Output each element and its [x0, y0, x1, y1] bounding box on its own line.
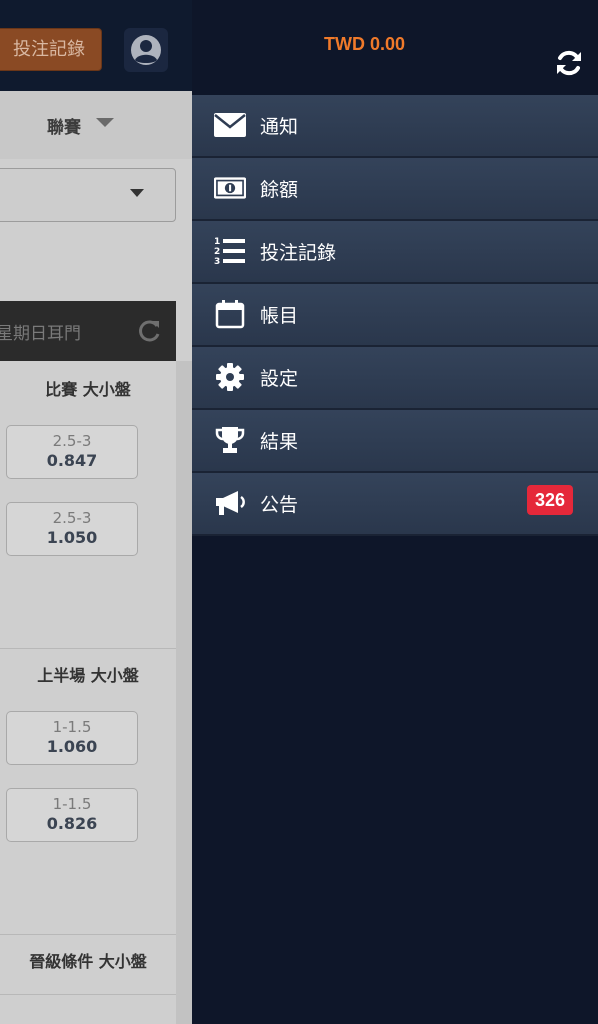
odds-button[interactable]: 1-1.5 1.060	[6, 711, 138, 765]
menu-item-notifications[interactable]: 通知	[192, 95, 598, 158]
select-caret-icon	[130, 189, 144, 197]
menu-item-label: 帳目	[260, 305, 299, 327]
match-select[interactable]	[0, 168, 176, 222]
menu-item-label: 結果	[260, 431, 299, 453]
scroll-gutter	[176, 361, 192, 1024]
section-divider	[0, 934, 176, 935]
app-root: 投注記錄 聯賽 星期日耳門 比賽 大小盤 2.5-3 0.847 2.5-3 1…	[0, 0, 598, 1024]
menu-item-settings[interactable]: 設定	[192, 347, 598, 410]
menu-item-results[interactable]: 結果	[192, 410, 598, 473]
calendar-icon	[214, 298, 246, 330]
svg-text:3: 3	[214, 257, 220, 267]
refresh-balance-icon[interactable]	[554, 48, 584, 78]
bet-record-button[interactable]: 投注記錄	[0, 28, 102, 71]
section-title: 上半場 大小盤	[37, 666, 139, 685]
odds-value: 0.826	[46, 814, 98, 833]
section-title: 比賽 大小盤	[45, 380, 131, 399]
match-header-bar: 星期日耳門	[0, 301, 176, 361]
menu-item-bet-records[interactable]: 1 2 3 投注記錄	[192, 221, 598, 284]
league-caret-icon[interactable]	[96, 118, 114, 127]
svg-text:1: 1	[214, 237, 220, 247]
menu-item-balance[interactable]: 餘額	[192, 158, 598, 221]
menu-item-label: 餘額	[260, 179, 299, 201]
side-drawer: TWD 0.00 通知 餘額 1 2 3 投注記錄 帳目 設定 結果 公告 32…	[192, 0, 598, 1024]
odds-value: 1.050	[46, 528, 98, 547]
background-header: 投注記錄	[0, 0, 192, 91]
menu-item-announcements[interactable]: 公告 326	[192, 473, 598, 536]
section-divider	[0, 994, 176, 995]
menu-item-label: 投注記錄	[260, 242, 337, 264]
balance-display: TWD 0.00	[323, 34, 406, 54]
odds-button[interactable]: 2.5-3 1.050	[6, 502, 138, 556]
odds-line: 1-1.5	[52, 718, 92, 736]
refresh-icon[interactable]	[136, 318, 162, 344]
envelope-icon	[214, 109, 246, 141]
odds-button[interactable]: 2.5-3 0.847	[6, 425, 138, 479]
avatar-button[interactable]	[124, 28, 168, 72]
menu-item-label: 設定	[260, 368, 299, 390]
odds-value: 0.847	[46, 451, 98, 470]
menu-item-accounts[interactable]: 帳目	[192, 284, 598, 347]
drawer-menu: 通知 餘額 1 2 3 投注記錄 帳目 設定 結果 公告 326	[192, 95, 598, 536]
banknote-icon	[214, 172, 246, 204]
background-page: 投注記錄 聯賽 星期日耳門 比賽 大小盤 2.5-3 0.847 2.5-3 1…	[0, 0, 192, 1024]
trophy-icon	[214, 424, 246, 456]
match-header-label: 星期日耳門	[0, 324, 81, 344]
odds-line: 1-1.5	[52, 795, 92, 813]
announcement-count-badge: 326	[527, 485, 573, 515]
section-title: 晉級條件 大小盤	[29, 952, 147, 971]
odds-value: 1.060	[46, 737, 98, 756]
league-label: 聯賽	[47, 118, 81, 138]
odds-button[interactable]: 1-1.5 0.826	[6, 788, 138, 842]
svg-text:2: 2	[214, 247, 220, 257]
menu-item-label: 通知	[260, 116, 299, 138]
megaphone-icon	[214, 487, 246, 519]
odds-line: 2.5-3	[52, 509, 92, 527]
menu-item-label: 公告	[260, 494, 299, 516]
section-divider	[0, 648, 176, 649]
odds-line: 2.5-3	[52, 432, 92, 450]
user-avatar-icon	[131, 35, 161, 65]
gear-icon	[214, 361, 246, 393]
numbered-list-icon: 1 2 3	[214, 235, 246, 267]
